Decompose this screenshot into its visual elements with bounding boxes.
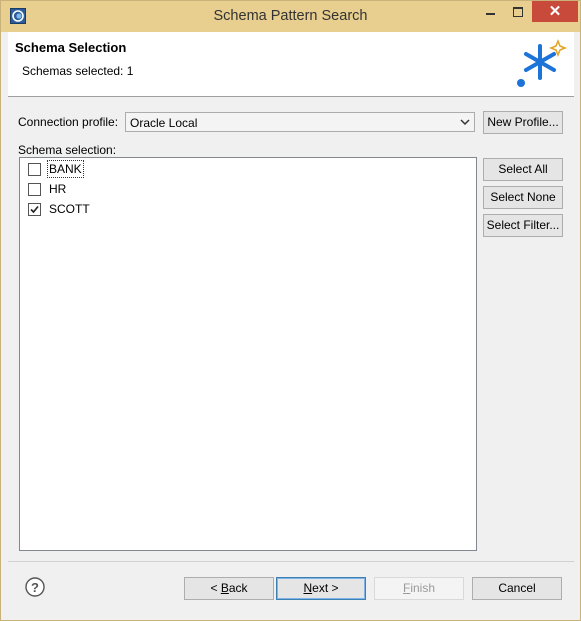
back-rest: ack: [228, 581, 248, 595]
list-item-label: HR: [49, 182, 67, 196]
connection-profile-value: Oracle Local: [130, 116, 198, 130]
checkbox-hr[interactable]: [28, 183, 41, 196]
page-message: Schemas selected: 1: [22, 64, 134, 78]
checkbox-scott[interactable]: [28, 203, 41, 216]
wizard-logo-icon: [517, 38, 567, 87]
svg-text:?: ?: [31, 580, 39, 595]
select-filter-button[interactable]: Select Filter...: [483, 214, 563, 237]
connection-profile-select[interactable]: Oracle Local: [125, 112, 475, 132]
new-profile-button[interactable]: New Profile...: [483, 111, 563, 134]
close-icon: ✕: [548, 3, 562, 20]
next-button[interactable]: Next >: [276, 577, 366, 600]
back-button[interactable]: < Back: [184, 577, 274, 600]
back-prefix: <: [210, 581, 221, 595]
select-all-button[interactable]: Select All: [483, 158, 563, 181]
footer-separator: [8, 561, 574, 562]
minimize-button[interactable]: [477, 1, 503, 22]
checkbox-bank[interactable]: [28, 163, 41, 176]
next-mnemonic: N: [303, 581, 313, 595]
maximize-button[interactable]: [505, 1, 531, 22]
next-rest: ext >: [312, 581, 339, 595]
back-mnemonic: B: [220, 581, 229, 595]
cancel-button[interactable]: Cancel: [472, 577, 562, 600]
finish-button: Finish: [374, 577, 464, 600]
wizard-header: Schema Selection Schemas selected: 1: [8, 32, 574, 97]
title-bar[interactable]: Schema Pattern Search ✕: [1, 1, 580, 32]
connection-profile-label: Connection profile:: [18, 115, 119, 129]
schema-list[interactable]: BANK HR SCOTT: [19, 157, 477, 551]
minimize-icon: [486, 13, 495, 15]
close-button[interactable]: ✕: [532, 1, 578, 22]
help-icon[interactable]: ?: [25, 577, 45, 597]
list-item-label: BANK: [47, 160, 84, 178]
select-none-button[interactable]: Select None: [483, 186, 563, 209]
dialog-window: Schema Pattern Search ✕ Schema Selection…: [0, 0, 581, 621]
schema-selection-label: Schema selection:: [18, 143, 117, 157]
finish-rest: inish: [410, 581, 436, 595]
maximize-icon: [513, 7, 523, 17]
page-title: Schema Selection: [15, 40, 127, 55]
checkmark-icon: [30, 205, 39, 214]
list-item-label: SCOTT: [49, 202, 90, 216]
chevron-down-icon: [460, 119, 470, 126]
